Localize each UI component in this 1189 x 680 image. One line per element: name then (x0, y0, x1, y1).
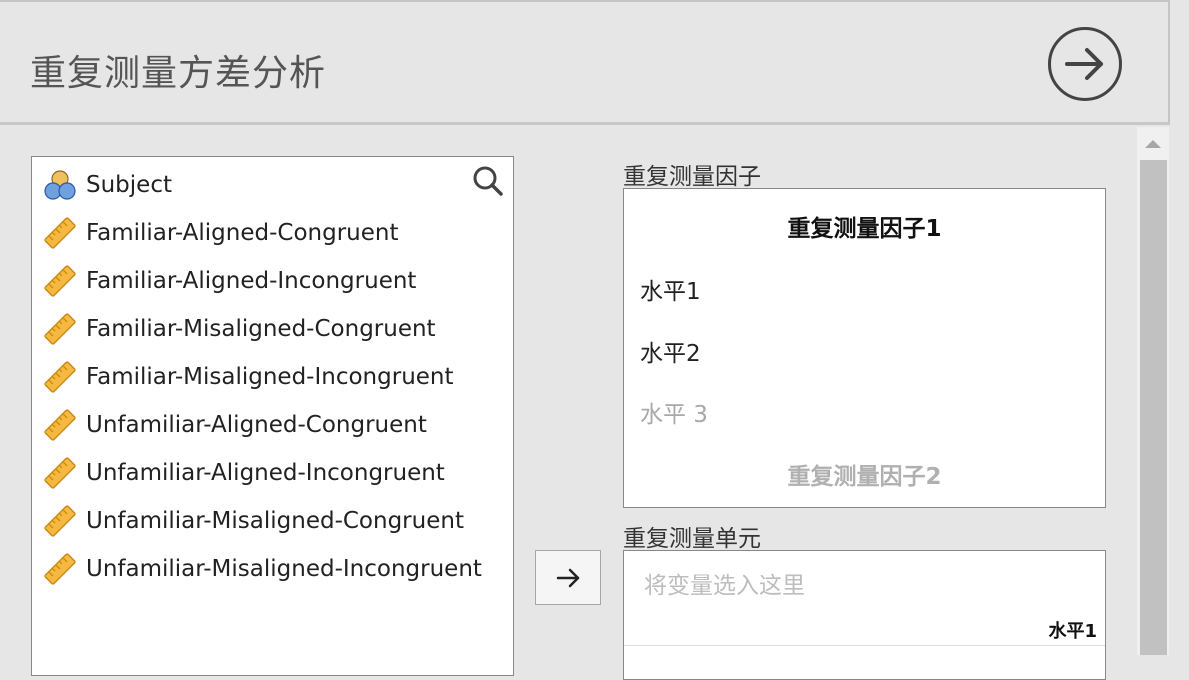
variable-list-item[interactable]: Unfamiliar-Aligned-Congruent (42, 405, 427, 445)
continuous-variable-icon (44, 553, 76, 585)
continuous-variable-icon (44, 505, 76, 537)
variable-label: Unfamiliar-Aligned-Congruent (86, 412, 427, 438)
variable-list-item[interactable]: Familiar-Aligned-Incongruent (42, 261, 416, 301)
cells-row-divider (624, 645, 1105, 646)
factor-name-placeholder[interactable]: 重复测量因子2 (624, 457, 1105, 491)
run-analysis-button[interactable] (1048, 27, 1122, 101)
cells-drop-placeholder: 将变量选入这里 (644, 573, 805, 599)
variable-label: Unfamiliar-Aligned-Incongruent (86, 460, 445, 486)
frame-right-border (1168, 0, 1170, 124)
repeated-measures-factors-box[interactable]: 重复测量因子1 水平1 水平2 水平 3 重复测量因子2 (623, 188, 1106, 508)
variable-label: Unfamiliar-Misaligned-Congruent (86, 508, 464, 534)
repeated-measures-cells-box[interactable]: 将变量选入这里 水平1 (623, 550, 1106, 680)
cells-label: 重复测量单元 (623, 526, 761, 552)
analysis-header: 重复测量方差分析 (0, 2, 1168, 122)
variable-list-item[interactable]: Familiar-Misaligned-Congruent (42, 309, 436, 349)
factor-level-1[interactable]: 水平1 (640, 272, 701, 306)
variable-list-item[interactable]: Subject (42, 165, 172, 205)
continuous-variable-icon (44, 217, 76, 249)
continuous-variable-icon (44, 313, 76, 345)
search-icon[interactable] (472, 165, 504, 197)
scrollbar-thumb[interactable] (1140, 160, 1167, 655)
variable-label: Familiar-Misaligned-Incongruent (86, 364, 454, 390)
variable-list-item[interactable]: Familiar-Misaligned-Incongruent (42, 357, 454, 397)
move-to-cells-button[interactable] (535, 550, 601, 605)
continuous-variable-icon (44, 409, 76, 441)
continuous-variable-icon (44, 361, 76, 393)
variable-label: Familiar-Misaligned-Congruent (86, 316, 436, 342)
scroll-up-arrow-icon[interactable] (1145, 138, 1161, 148)
nominal-variable-icon (44, 170, 76, 200)
variable-label: Unfamiliar-Misaligned-Incongruent (86, 556, 482, 582)
variable-list-item[interactable]: Unfamiliar-Misaligned-Congruent (42, 501, 464, 541)
cells-column-header: 水平1 (1048, 621, 1097, 642)
variable-list-item[interactable]: Unfamiliar-Misaligned-Incongruent (42, 549, 482, 589)
factor-name-1[interactable]: 重复测量因子1 (624, 209, 1105, 243)
arrow-right-icon (556, 568, 580, 588)
analysis-title: 重复测量方差分析 (30, 53, 327, 94)
variable-label: Familiar-Aligned-Incongruent (86, 268, 417, 294)
factor-level-placeholder[interactable]: 水平 3 (640, 395, 708, 429)
variable-label: Subject (86, 172, 172, 198)
arrow-right-circle-icon (1065, 48, 1103, 80)
continuous-variable-icon (44, 265, 76, 297)
factor-level-2[interactable]: 水平2 (640, 334, 701, 368)
variable-list-item[interactable]: Unfamiliar-Aligned-Incongruent (42, 453, 445, 493)
factors-label: 重复测量因子 (623, 164, 761, 190)
variable-list-item[interactable]: Familiar-Aligned-Congruent (42, 213, 399, 253)
variable-label: Familiar-Aligned-Congruent (86, 220, 399, 246)
continuous-variable-icon (44, 457, 76, 489)
variable-list[interactable]: Subject Familiar-Aligned-Congruent Familia… (31, 156, 514, 676)
header-divider (0, 122, 1170, 125)
